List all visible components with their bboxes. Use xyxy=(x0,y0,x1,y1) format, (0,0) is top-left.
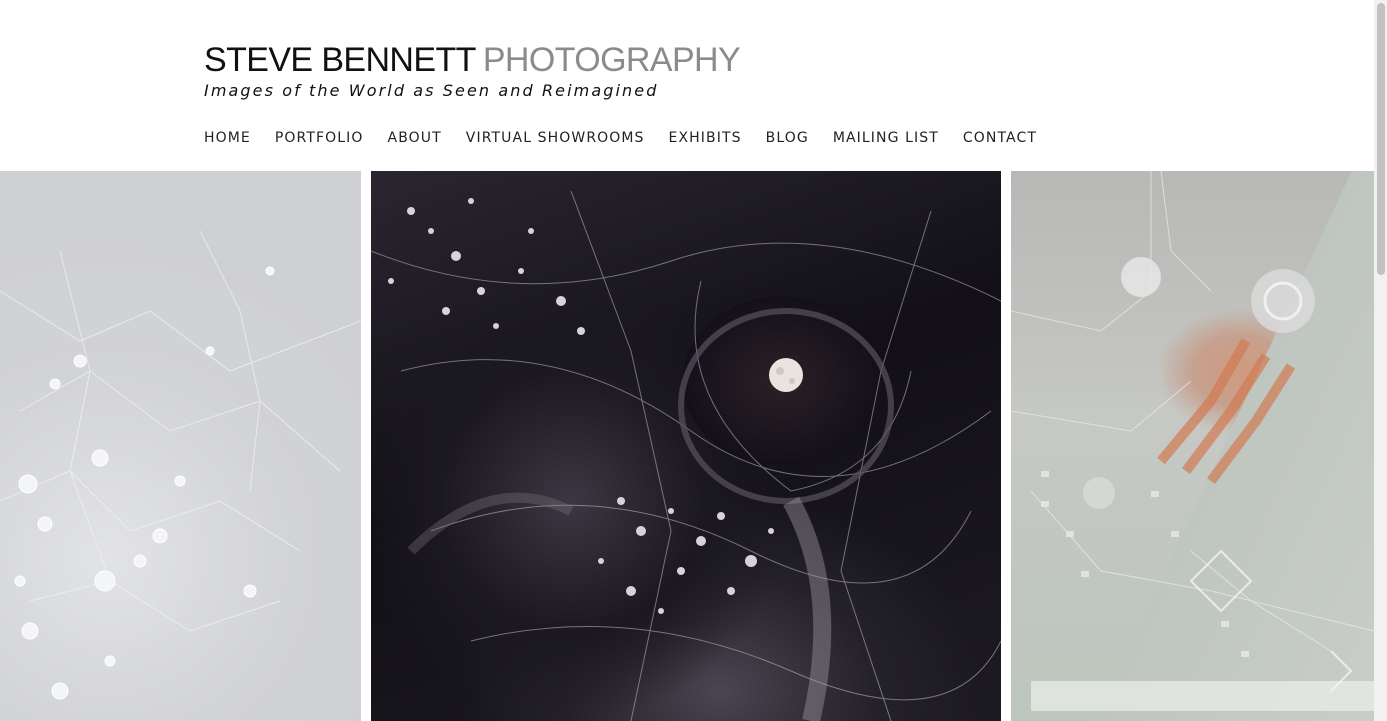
slide-dew-drops-photo[interactable] xyxy=(0,171,361,721)
slide-moon-web-photo[interactable] xyxy=(371,171,1001,721)
nav-item-mailing-list[interactable]: MAILING LIST xyxy=(833,128,939,148)
moon-web-image xyxy=(371,190,1001,721)
nav-item-portfolio[interactable]: PORTFOLIO xyxy=(275,128,364,148)
site-logo[interactable]: STEVE BENNETT PHOTOGRAPHY Images of the … xyxy=(204,40,741,100)
page-scrollbar[interactable] xyxy=(1374,0,1387,721)
slide-circuit-board-photo[interactable] xyxy=(1011,171,1374,721)
main-navigation: HOME PORTFOLIO ABOUT VIRTUAL SHOWROOMS E… xyxy=(204,128,1061,148)
dew-drops-image xyxy=(0,230,361,700)
nav-item-home[interactable]: HOME xyxy=(204,128,251,148)
site-name: STEVE BENNETT xyxy=(204,41,476,79)
scrollbar-thumb[interactable] xyxy=(1377,3,1385,275)
nav-item-contact[interactable]: CONTACT xyxy=(963,128,1037,148)
nav-item-exhibits[interactable]: EXHIBITS xyxy=(669,128,742,148)
site-header: STEVE BENNETT PHOTOGRAPHY Images of the … xyxy=(0,0,1374,171)
site-name-suffix: PHOTOGRAPHY xyxy=(482,41,741,79)
page: STEVE BENNETT PHOTOGRAPHY Images of the … xyxy=(0,0,1387,721)
nav-item-about[interactable]: ABOUT xyxy=(388,128,442,148)
nav-item-virtual-showrooms[interactable]: VIRTUAL SHOWROOMS xyxy=(466,128,645,148)
site-title[interactable]: STEVE BENNETT PHOTOGRAPHY xyxy=(204,40,741,80)
circuit-board-image xyxy=(1011,171,1374,711)
nav-item-blog[interactable]: BLOG xyxy=(766,128,809,148)
image-slider[interactable] xyxy=(0,171,1374,721)
site-tagline: Images of the World as Seen and Reimagin… xyxy=(204,81,659,100)
